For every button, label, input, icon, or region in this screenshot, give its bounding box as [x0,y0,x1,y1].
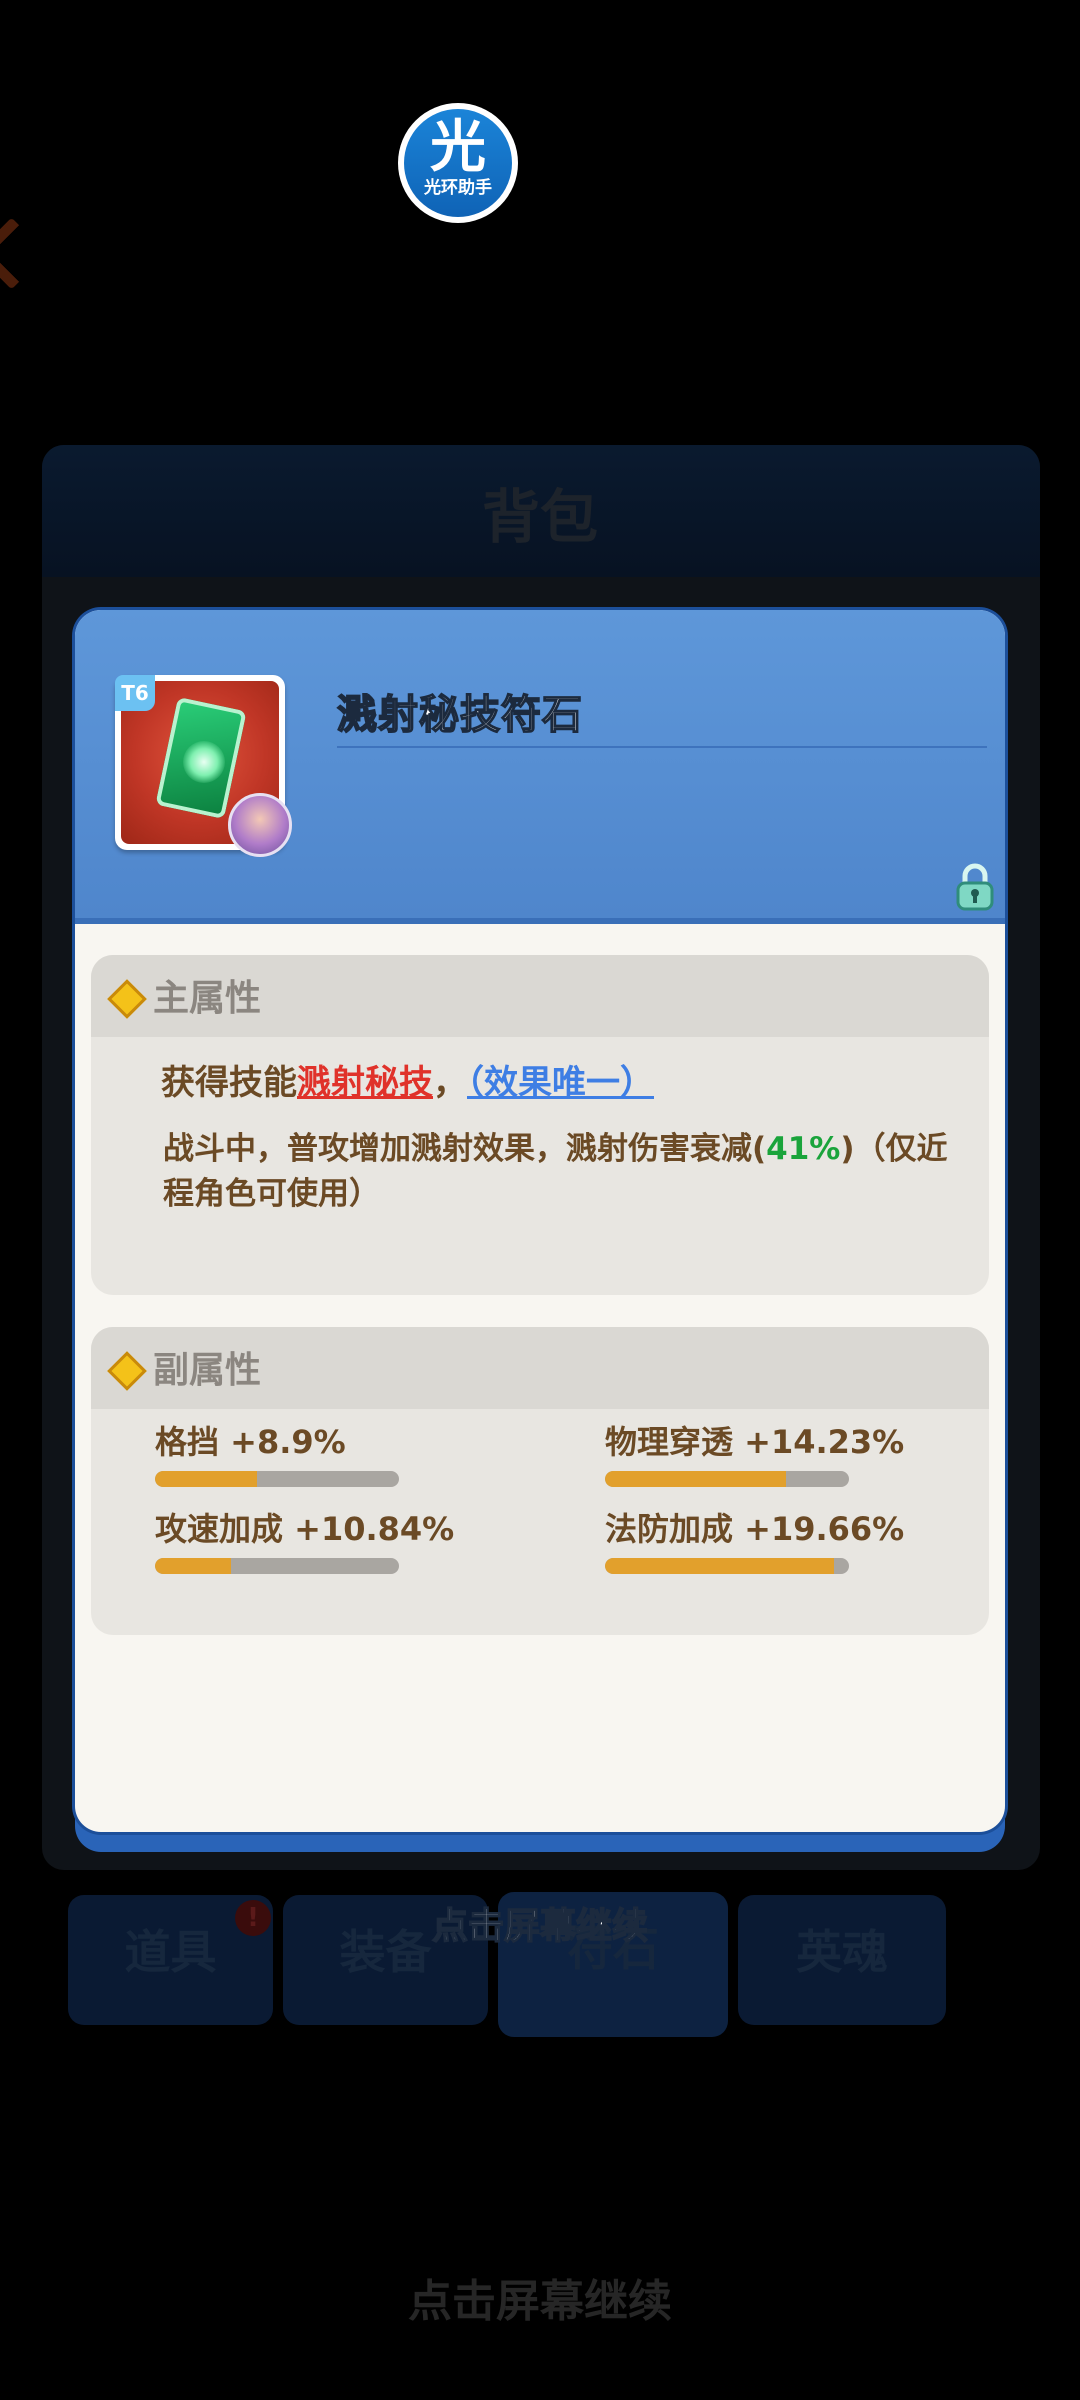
stat-label: 格挡 +8.9% [155,1423,346,1461]
stat-label: 物理穿透 +14.23% [605,1423,905,1461]
card-header: T6 溅射秘技符石 [75,610,1005,924]
main-attribute-title: 主属性 [153,978,262,1019]
stat-block: 攻速加成 +10.84% [155,1504,454,1574]
tier-badge: T6 [115,675,155,711]
stat-bar-fill [155,1558,231,1574]
stat-bar [155,1471,399,1487]
lock-icon[interactable] [950,862,1000,912]
stat-bar-fill [605,1558,835,1574]
backpack-title: 背包 [481,483,598,551]
skill-name-link[interactable]: 溅射秘技 [297,1063,433,1103]
diamond-icon [107,979,147,1019]
rune-glow-icon [183,741,225,783]
tap-to-continue[interactable]: 点击屏幕继续 [0,1897,1080,1949]
item-detail-card: T6 溅射秘技符石 主属性 获得技能溅射秘技，（效果唯一） 战斗中，普攻增加溅射… [75,610,1005,1832]
unique-effect-link[interactable]: （效果唯一） [467,1063,654,1103]
stat-block: 物理穿透 +14.23% [605,1417,904,1487]
stat-bar-fill [605,1471,786,1487]
assistant-logo-text: 光环助手 [424,178,492,198]
sub-attribute-header: 副属性 [91,1327,989,1409]
bg-continue-hint: 点击屏幕继续 [408,2276,672,2327]
desc-value: 41% [766,1131,841,1167]
item-name: 溅射秘技符石 [336,691,583,739]
assistant-logo[interactable]: 光 光环助手 [398,103,518,223]
stat-block: 格挡 +8.9% [155,1417,399,1487]
diamond-icon [107,1351,147,1391]
stat-bar [155,1558,399,1574]
skill-prefix: 获得技能 [161,1063,297,1103]
desc-before: 战斗中，普攻增加溅射效果，溅射伤害衰减( [163,1131,767,1167]
stat-bar [605,1471,849,1487]
stat-label: 法防加成 +19.66% [605,1510,905,1548]
skill-description: 战斗中，普攻增加溅射效果，溅射伤害衰减(41%)（仅近程角色可使用） [163,1127,963,1217]
back-arrow-icon [0,217,48,290]
name-divider [337,746,987,748]
main-attribute-panel: 主属性 获得技能溅射秘技，（效果唯一） 战斗中，普攻增加溅射效果，溅射伤害衰减(… [91,955,989,1295]
skill-line: 获得技能溅射秘技，（效果唯一） [161,1055,654,1104]
stat-label: 攻速加成 +10.84% [155,1510,455,1548]
main-attribute-header: 主属性 [91,955,989,1037]
hero-portrait-icon [228,793,292,857]
stat-bar [605,1558,849,1574]
sub-attribute-title: 副属性 [153,1350,262,1391]
sub-attribute-panel: 副属性 格挡 +8.9% 物理穿透 +14.23% 攻速加成 +10.84% 法… [91,1327,989,1635]
assistant-logo-char: 光 [430,115,486,180]
stat-block: 法防加成 +19.66% [605,1504,904,1574]
stat-bar-fill [155,1471,258,1487]
skill-comma: ， [433,1063,467,1103]
